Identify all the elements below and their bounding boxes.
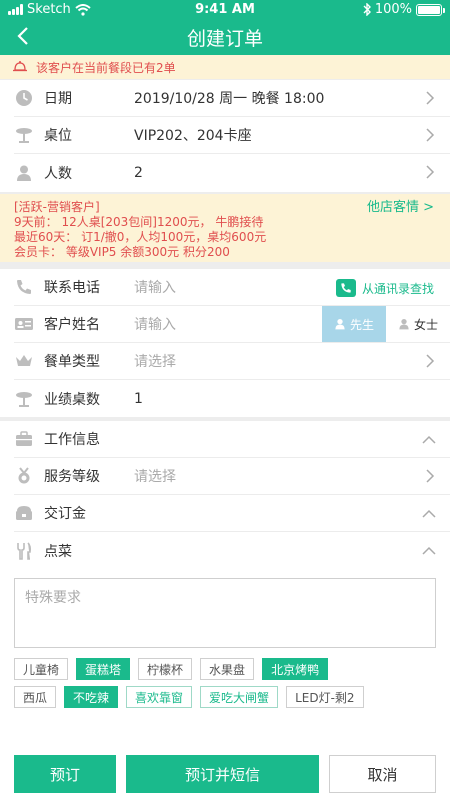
chevron-up-icon	[422, 546, 436, 555]
work-info-label: 工作信息	[44, 432, 100, 448]
tag-no-spicy[interactable]: 不吃辣	[64, 686, 119, 708]
table-icon	[14, 389, 34, 409]
menu-type-select[interactable]: 请选择	[134, 351, 176, 371]
reserve-sms-button[interactable]: 预订并短信	[126, 755, 319, 793]
tag-peking-duck[interactable]: 北京烤鸭	[262, 658, 329, 680]
name-input[interactable]: 请输入	[134, 314, 176, 334]
tag-watermelon[interactable]: 西瓜	[14, 686, 57, 708]
date-value: 2019/10/28 周一 晚餐 18:00	[134, 91, 325, 107]
chevron-up-icon	[422, 435, 436, 444]
phone-row[interactable]: 联系电话 请输入 从通讯录查找	[14, 269, 450, 306]
wallet-icon	[14, 503, 34, 523]
crown-icon	[14, 351, 34, 371]
menu-type-label: 餐单类型	[44, 354, 100, 370]
person-icon	[399, 319, 409, 330]
guests-row[interactable]: 人数 2	[14, 154, 450, 191]
menu-type-row[interactable]: 餐单类型 请选择	[14, 343, 450, 380]
deposit-row[interactable]: 交订金	[14, 495, 450, 532]
service-level-row[interactable]: 服务等级 请选择	[14, 458, 450, 495]
id-card-icon	[14, 314, 34, 334]
chevron-right-icon: >	[423, 200, 434, 215]
contacts-lookup-label: 从通讯录查找	[361, 281, 434, 296]
table-label: 桌位	[44, 128, 72, 144]
gender-male-button[interactable]: 先生	[322, 306, 386, 342]
table-count-value[interactable]: 1	[134, 391, 143, 407]
tags-row-2: 西瓜 不吃辣 喜欢靠窗 爱吃大闸蟹 LED灯-剩2	[14, 686, 444, 708]
tag-lemon-cup[interactable]: 柠檬杯	[138, 658, 193, 680]
special-request-field	[14, 578, 436, 648]
duplicate-order-notice: 该客户在当前餐段已有2单	[0, 55, 450, 79]
bluetooth-icon	[363, 3, 371, 16]
date-label: 日期	[44, 91, 72, 107]
phone-input[interactable]: 请输入	[134, 277, 176, 297]
member-last-visit: 9天前： 12人桌[203包间]1200元， 牛鹏接待	[14, 215, 264, 229]
phone-label: 联系电话	[44, 280, 100, 296]
chevron-right-icon	[426, 469, 435, 483]
name-label: 客户姓名	[44, 317, 100, 333]
tags-row-1: 儿童椅 蛋糕塔 柠檬杯 水果盘 北京烤鸭	[14, 658, 444, 680]
person-icon	[335, 319, 345, 330]
chevron-right-icon	[426, 354, 435, 368]
table-icon	[14, 125, 34, 145]
date-row[interactable]: 日期 2019/10/28 周一 晚餐 18:00	[14, 80, 450, 117]
member-card-info: 会员卡： 等级VIP5 余额300元 积分200	[14, 245, 230, 259]
gender-female-button[interactable]: 女士	[386, 306, 450, 342]
tag-fruit-plate[interactable]: 水果盘	[200, 658, 255, 680]
tag-led-light[interactable]: LED灯-剩2	[286, 686, 364, 708]
table-count-label: 业绩桌数	[44, 391, 100, 408]
table-count-row[interactable]: 业绩桌数 1	[14, 380, 450, 417]
chevron-up-icon	[422, 509, 436, 518]
tag-window-seat[interactable]: 喜欢靠窗	[126, 686, 193, 708]
name-row[interactable]: 客户姓名 请输入 先生 女士	[14, 306, 450, 343]
phone-icon	[14, 277, 34, 297]
service-level-select[interactable]: 请选择	[134, 466, 176, 486]
member-info: [活跃-营销客户] 9天前： 12人桌[203包间]1200元， 牛鹏接待 最近…	[0, 194, 450, 262]
briefcase-icon	[14, 429, 34, 449]
deposit-label: 交订金	[44, 506, 86, 522]
customer-card: 联系电话 请输入 从通讯录查找 客户姓名 请输入 先生 女士 餐单类型 请选择 …	[0, 269, 450, 417]
work-info-row[interactable]: 工作信息	[14, 421, 450, 458]
tag-child-chair[interactable]: 儿童椅	[14, 658, 69, 680]
battery-icon	[416, 3, 445, 16]
reserve-button[interactable]: 预订	[14, 755, 116, 793]
battery-percent: 100%	[374, 2, 412, 17]
chevron-right-icon	[426, 128, 435, 142]
member-recent-stats: 最近60天： 订1/撤0，人均100元，桌均600元	[14, 230, 267, 244]
booking-card: 日期 2019/10/28 周一 晚餐 18:00 桌位 VIP202、204卡…	[0, 80, 450, 192]
page-title: 创建订单	[186, 28, 263, 50]
chevron-right-icon	[426, 91, 435, 105]
cancel-button[interactable]: 取消	[329, 755, 436, 793]
table-row[interactable]: 桌位 VIP202、204卡座	[14, 117, 450, 154]
cutlery-icon	[14, 541, 34, 561]
notice-text: 该客户在当前餐段已有2单	[36, 60, 176, 75]
clock-icon	[14, 88, 34, 108]
contacts-lookup-button[interactable]: 从通讯录查找	[335, 279, 434, 297]
status-bar: Sketch 9:41 AM 100%	[0, 0, 450, 20]
guests-value: 2	[134, 164, 143, 181]
medal-icon	[14, 466, 34, 486]
gender-selector: 先生 女士	[322, 306, 450, 342]
gender-female-label: 女士	[413, 317, 438, 332]
gender-male-label: 先生	[349, 317, 374, 332]
person-icon	[14, 163, 34, 183]
tag-hairy-crab[interactable]: 爱吃大闸蟹	[200, 686, 279, 708]
other-store-link[interactable]: 他店客情 >	[367, 200, 434, 215]
chevron-right-icon	[426, 165, 435, 179]
order-dishes-row[interactable]: 点菜	[14, 532, 450, 569]
service-level-label: 服务等级	[44, 469, 100, 485]
table-value: VIP202、204卡座	[134, 128, 252, 144]
special-request-input[interactable]	[15, 579, 435, 647]
bottom-action-bar: 预订 预订并短信 取消	[0, 748, 450, 800]
tag-cake-tower[interactable]: 蛋糕塔	[76, 658, 131, 680]
bell-icon	[13, 61, 27, 72]
order-dishes-label: 点菜	[44, 543, 72, 560]
other-store-label: 他店客情	[366, 200, 419, 215]
contacts-phone-icon	[335, 279, 356, 297]
guests-label: 人数	[44, 165, 72, 182]
